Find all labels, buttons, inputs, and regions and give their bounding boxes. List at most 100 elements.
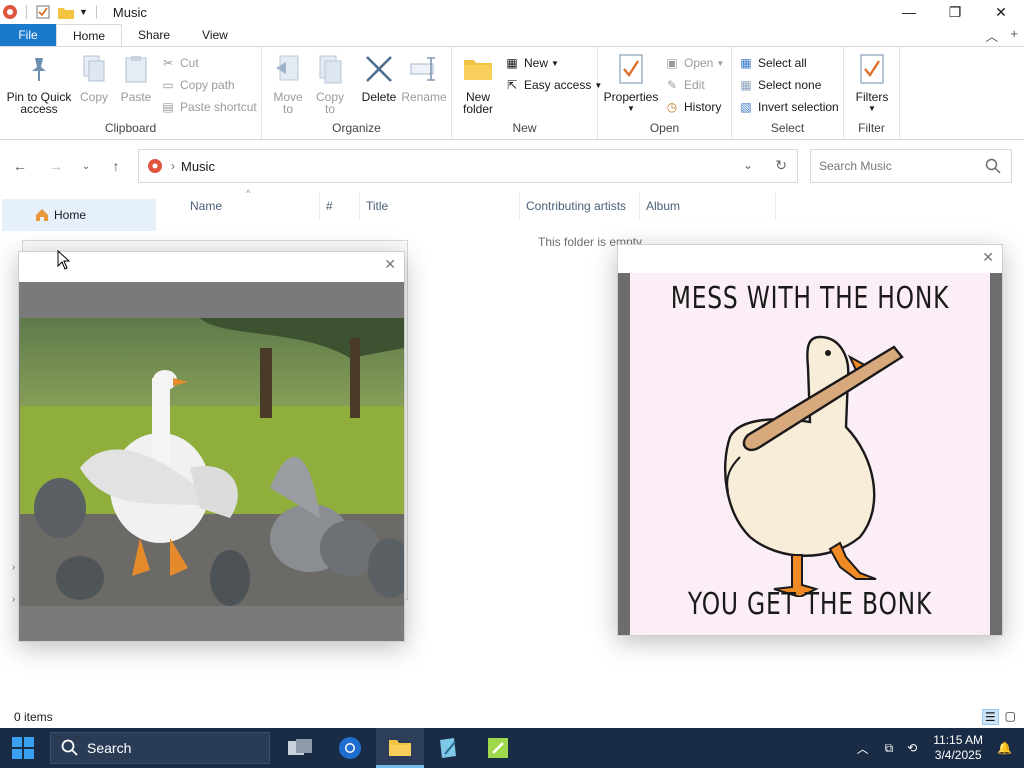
column-header-contributing-artists[interactable]: Contributing artists	[520, 192, 640, 220]
file-explorer-app[interactable]	[376, 728, 424, 768]
honk-poster: MESS WITH THE HONK YOU GET THE BONK	[630, 273, 990, 635]
history-button[interactable]: ◷ History	[664, 97, 722, 117]
nav-item-home[interactable]: Home	[2, 199, 156, 231]
clipboard-group: Pin to Quick access Copy Paste ✂ Cut ▭ Cop…	[0, 47, 262, 139]
title-bar: ▼ Music — ❐ ✕	[0, 0, 1024, 24]
poster-bottom-text: YOU GET THE BONK	[687, 587, 933, 622]
search-input[interactable]: Search Music	[810, 149, 1012, 183]
expand-chevron-icon[interactable]: ›	[12, 594, 15, 605]
paint-icon	[488, 738, 508, 758]
copy-to-icon	[319, 55, 342, 84]
clock[interactable]: 11:15 AM 3/4/2025	[933, 733, 983, 763]
rename-button[interactable]: Rename	[401, 53, 447, 103]
address-bar[interactable]: › Music ⌄ ↻	[138, 149, 798, 183]
paste-icon	[125, 56, 147, 83]
paste-shortcut-button[interactable]: ▤ Paste shortcut	[160, 97, 256, 117]
new-folder-button[interactable]: New folder	[460, 53, 496, 115]
copy-path-icon: ▭	[162, 78, 174, 92]
copy-path-button[interactable]: ▭ Copy path	[160, 75, 234, 95]
task-view-button[interactable]	[276, 728, 324, 768]
move-to-icon	[276, 55, 299, 81]
notepad-icon	[440, 738, 456, 758]
video-popup[interactable]: ✕	[18, 251, 405, 642]
ribbon-controls: ︿ +	[985, 26, 1018, 45]
breadcrumb-chevron-icon[interactable]: ›	[171, 159, 175, 173]
details-view-icon[interactable]: ☰	[981, 709, 999, 725]
move-to-button[interactable]: Move to	[268, 53, 308, 115]
chevron-down-icon[interactable]: ⌄	[743, 158, 753, 172]
paste-shortcut-icon: ▤	[162, 100, 174, 114]
close-icon[interactable]: ✕	[384, 256, 396, 273]
recent-locations-icon[interactable]: ⌄	[76, 156, 96, 176]
expand-chevron-icon[interactable]: ›	[12, 562, 15, 573]
breadcrumb-music[interactable]: Music	[181, 159, 215, 174]
music-app-icon	[3, 5, 17, 19]
chevron-up-icon[interactable]: ︿	[857, 740, 869, 757]
pin-to-quick-access-button[interactable]: Pin to Quick access	[6, 53, 72, 115]
pin-icon	[32, 58, 46, 81]
open-group: Properties ▼ ▣ Open ▼ ✎ Edit ◷ History Open	[598, 47, 732, 139]
edit-icon: ✎	[666, 78, 678, 92]
cut-button[interactable]: ✂ Cut	[160, 53, 199, 73]
new-item-button[interactable]: ▦ New ▼	[504, 53, 559, 73]
group-label: Clipboard	[104, 121, 157, 135]
column-header-title[interactable]: Title	[360, 192, 520, 220]
windows-logo-icon	[12, 737, 34, 759]
minimize-icon[interactable]: —	[886, 0, 932, 24]
refresh-icon[interactable]: ↻	[775, 157, 787, 174]
poster-top-text: MESS WITH THE HONK	[670, 281, 950, 316]
ribbon-tabs: File Home Share View ︿ +	[0, 24, 1024, 46]
tab-view[interactable]: View	[186, 24, 244, 46]
start-button[interactable]	[0, 728, 46, 768]
maximize-icon[interactable]: ❐	[932, 0, 978, 24]
sync-icon[interactable]: ⟲	[907, 741, 917, 755]
paint-app[interactable]	[474, 728, 522, 768]
paste-button[interactable]: Paste	[118, 53, 154, 103]
column-header-name[interactable]: Name	[184, 192, 320, 220]
back-arrow-icon[interactable]: ←	[10, 156, 30, 176]
taskbar-search[interactable]: Search	[50, 732, 270, 764]
easy-access-button[interactable]: ⇱ Easy access ▼	[504, 75, 602, 95]
select-all-icon: ▦	[740, 56, 752, 70]
tab-share[interactable]: Share	[122, 24, 186, 46]
collapse-ribbon-icon[interactable]: ︿	[985, 26, 998, 45]
invert-selection-button[interactable]: ▧ Invert selection	[738, 97, 838, 117]
system-tray: ︿ ⧉ ⟲ 11:15 AM 3/4/2025 🔔	[849, 728, 1024, 768]
copy-to-button[interactable]: Copy to	[310, 53, 350, 115]
ribbon: Pin to Quick access Copy Paste ✂ Cut ▭ Cop…	[0, 46, 1024, 140]
delete-button[interactable]: Delete	[358, 53, 400, 103]
chrome-app[interactable]	[326, 728, 374, 768]
help-icon[interactable]: +	[1010, 26, 1018, 45]
taskbar: Search ︿ ⧉ ⟲ 11:15 AM 3/4/2025 🔔	[0, 728, 1024, 768]
close-icon[interactable]: ✕	[978, 0, 1024, 24]
column-header-number[interactable]: #	[320, 192, 360, 220]
poster-popup[interactable]: ✕ MESS WITH THE HONK YOU GET THE BONK	[617, 244, 1003, 636]
filters-button[interactable]: Filters ▼	[850, 53, 894, 115]
file-explorer-icon	[389, 739, 411, 756]
properties-button[interactable]: Properties ▼	[604, 53, 658, 115]
chevron-down-icon[interactable]: ▼	[79, 7, 88, 17]
network-icon[interactable]: ⧉	[885, 741, 894, 756]
rename-icon	[410, 57, 435, 81]
new-folder-icon[interactable]	[57, 4, 75, 20]
close-icon[interactable]: ✕	[982, 249, 994, 266]
up-arrow-icon[interactable]: ↑	[106, 156, 126, 176]
copy-button[interactable]: Copy	[78, 53, 110, 103]
chevron-down-icon: ▼	[551, 58, 559, 68]
tab-home[interactable]: Home	[56, 24, 123, 46]
notification-bell-icon[interactable]: 🔔	[997, 741, 1012, 755]
tab-file[interactable]: File	[0, 24, 56, 46]
select-none-button[interactable]: ▦ Select none	[738, 75, 821, 95]
forward-arrow-icon[interactable]: →	[46, 156, 66, 176]
large-icons-view-icon[interactable]: ▢	[1005, 709, 1016, 725]
folder-icon	[464, 60, 492, 80]
search-icon	[985, 158, 1001, 174]
divider	[26, 5, 27, 19]
edit-button[interactable]: ✎ Edit	[664, 75, 705, 95]
select-all-button[interactable]: ▦ Select all	[738, 53, 806, 73]
properties-icon[interactable]	[35, 4, 51, 20]
open-button[interactable]: ▣ Open ▼	[664, 53, 724, 73]
notepad-app[interactable]	[424, 728, 472, 768]
goose-with-bat-illustration	[724, 335, 904, 597]
column-header-album[interactable]: Album	[640, 192, 776, 220]
